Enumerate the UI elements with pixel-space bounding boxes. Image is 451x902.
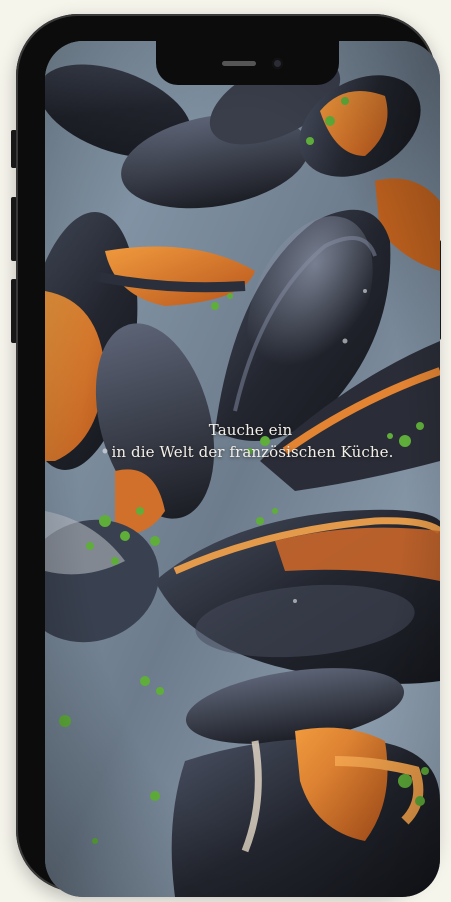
video-caption: Tauche ein in die Welt der französischen… (45, 419, 440, 463)
front-camera-icon (272, 58, 283, 69)
phone-notch (156, 41, 339, 85)
mussels-image (45, 41, 440, 897)
mussels-video-frame[interactable] (45, 41, 440, 897)
page-background: Tauche ein in die Welt der französischen… (0, 0, 451, 902)
speaker-grille (222, 61, 256, 66)
phone-screen[interactable]: Tauche ein in die Welt der französischen… (45, 41, 440, 897)
caption-line-1: Tauche ein (208, 421, 293, 439)
caption-line-2: in die Welt der französischen Küche. (111, 443, 394, 461)
phone-mockup: Tauche ein in die Welt der französischen… (16, 14, 440, 897)
